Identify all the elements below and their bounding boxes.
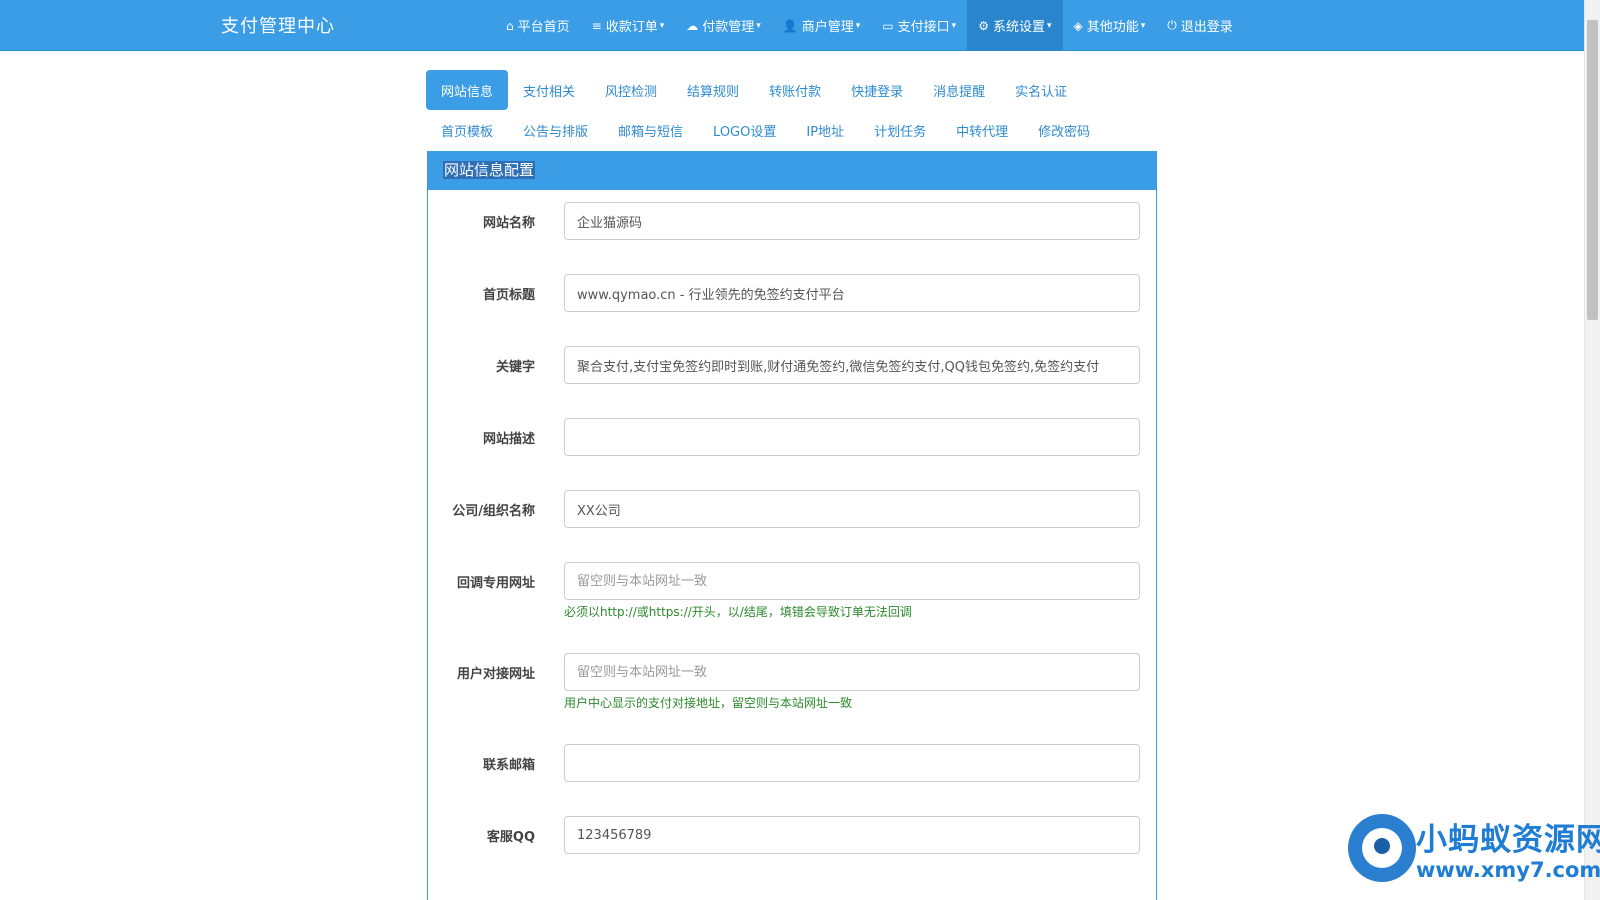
tab-row1-1[interactable]: 支付相关	[508, 70, 590, 110]
field-input-6[interactable]	[564, 653, 1140, 691]
home-icon: ⌂	[506, 18, 514, 33]
scrollbar-thumb[interactable]	[1587, 20, 1598, 320]
tab-row1-7[interactable]: 实名认证	[1000, 70, 1082, 110]
watermark-url: www.xmy7.com	[1416, 858, 1600, 882]
field-input-3[interactable]	[564, 418, 1140, 456]
nav-label: 退出登录	[1180, 20, 1233, 35]
watermark: 小蚂蚁资源网 www.xmy7.com	[1348, 812, 1600, 888]
tab-row1-3[interactable]: 结算规则	[672, 70, 754, 110]
tab-row2-7[interactable]: 修改密码	[1023, 110, 1105, 150]
nav-label: 收款订单	[605, 20, 658, 35]
panel-title: 网站信息配置	[443, 161, 536, 179]
nav-label: 支付接口	[897, 20, 950, 35]
field-label: 联系邮箱	[482, 758, 535, 773]
field-label: 客服QQ	[486, 830, 535, 845]
tab-row2-6[interactable]: 中转代理	[941, 110, 1023, 150]
credit-card-icon: ▭	[882, 18, 894, 33]
nav-list[interactable]: ≡ 收款订单 ▾	[581, 0, 676, 51]
user-icon: 👤	[782, 18, 798, 33]
tab-row2-3[interactable]: LOGO设置	[698, 110, 791, 150]
cloud-icon: ☁	[686, 18, 699, 33]
field-label: 用户对接网址	[456, 667, 535, 682]
field-label: 关键字	[495, 360, 535, 375]
field-label: 回调专用网址	[456, 576, 535, 591]
caret-down-icon: ▾	[1140, 20, 1146, 31]
tab-row1-2[interactable]: 风控检测	[590, 70, 672, 110]
nav-label: 付款管理	[702, 20, 755, 35]
power-icon: ⏻	[1167, 18, 1177, 32]
tab-row1-0[interactable]: 网站信息	[426, 70, 509, 110]
nav-credit-card[interactable]: ▭ 支付接口 ▾	[871, 0, 967, 51]
caret-down-icon: ▾	[756, 20, 761, 31]
nav-label: 平台首页	[517, 20, 570, 35]
nav-label: 系统设置	[992, 20, 1045, 35]
panel-heading: 网站信息配置	[428, 151, 1156, 190]
nav-cloud[interactable]: ☁ 付款管理 ▾	[675, 0, 772, 51]
tab-row2-1[interactable]: 公告与排版	[508, 110, 603, 150]
brand-title[interactable]: 支付管理中心	[221, 12, 335, 38]
settings-tabs-row-2: 首页模板 公告与排版 邮箱与短信 LOGO设置 IP地址 计划任务 中转代理 修改密码	[426, 110, 1105, 150]
field-input-1[interactable]	[564, 274, 1140, 312]
cube-icon: ◈	[1073, 18, 1083, 33]
nav-user[interactable]: 👤 商户管理 ▾	[772, 0, 872, 51]
caret-down-icon: ▾	[951, 20, 957, 31]
nav-label: 其他功能	[1086, 20, 1139, 35]
field-input-8[interactable]	[564, 816, 1140, 854]
field-help-text: 必须以http://或https://开头，以/结尾，填错会导致订单无法回调	[564, 605, 912, 619]
tab-row1-6[interactable]: 消息提醒	[918, 70, 1000, 110]
field-input-0[interactable]	[564, 202, 1140, 240]
field-input-4[interactable]	[564, 490, 1140, 528]
tab-row2-2[interactable]: 邮箱与短信	[603, 110, 698, 150]
page-scrollbar[interactable]	[1584, 0, 1600, 900]
field-label: 公司/组织名称	[452, 504, 535, 519]
caret-down-icon: ▾	[659, 20, 665, 31]
tab-row2-4[interactable]: IP地址	[791, 110, 859, 150]
nav-gear[interactable]: ⚙ 系统设置 ▾	[967, 0, 1063, 51]
list-icon: ≡	[591, 18, 602, 33]
watermark-logo-icon	[1348, 814, 1416, 882]
nav-home[interactable]: ⌂ 平台首页	[495, 0, 581, 51]
field-input-7[interactable]	[564, 744, 1140, 782]
tab-row2-0[interactable]: 首页模板	[426, 110, 508, 150]
field-input-5[interactable]	[564, 562, 1140, 600]
field-help-text: 用户中心显示的支付对接地址，留空则与本站网址一致	[564, 696, 853, 710]
settings-tabs-row-1: 网站信息 支付相关 风控检测 结算规则 转账付款 快捷登录 消息提醒 实名认证	[426, 70, 1082, 110]
field-label: 网站描述	[482, 432, 535, 447]
top-navbar: 支付管理中心 ⌂ 平台首页 ≡ 收款订单 ▾ ☁ 付款管理 ▾ 👤 商户管理 ▾ ▭ 支付接口 ▾ ⚙ 系统设…	[0, 0, 1584, 51]
caret-down-icon: ▾	[1046, 20, 1052, 31]
field-label: 首页标题	[482, 288, 535, 303]
field-label: 网站名称	[482, 216, 535, 231]
caret-down-icon: ▾	[855, 20, 861, 31]
main-nav: ⌂ 平台首页 ≡ 收款订单 ▾ ☁ 付款管理 ▾ 👤 商户管理 ▾ ▭ 支付接口 ▾ ⚙ 系统设置 ▾ ◈ 其他功能…	[495, 0, 1244, 51]
nav-power[interactable]: ⏻ 退出登录	[1156, 0, 1244, 51]
gear-icon: ⚙	[978, 18, 989, 33]
site-info-panel: 网站信息配置 网站名称首页标题关键字网站描述公司/组织名称回调专用网址必须以ht…	[427, 151, 1157, 900]
tab-row1-4[interactable]: 转账付款	[754, 70, 836, 110]
nav-label: 商户管理	[801, 20, 854, 35]
tab-row1-5[interactable]: 快捷登录	[836, 70, 918, 110]
watermark-title: 小蚂蚁资源网	[1416, 822, 1600, 858]
field-input-2[interactable]	[564, 346, 1140, 384]
tab-row2-5[interactable]: 计划任务	[859, 110, 941, 150]
nav-cube[interactable]: ◈ 其他功能 ▾	[1063, 0, 1157, 51]
